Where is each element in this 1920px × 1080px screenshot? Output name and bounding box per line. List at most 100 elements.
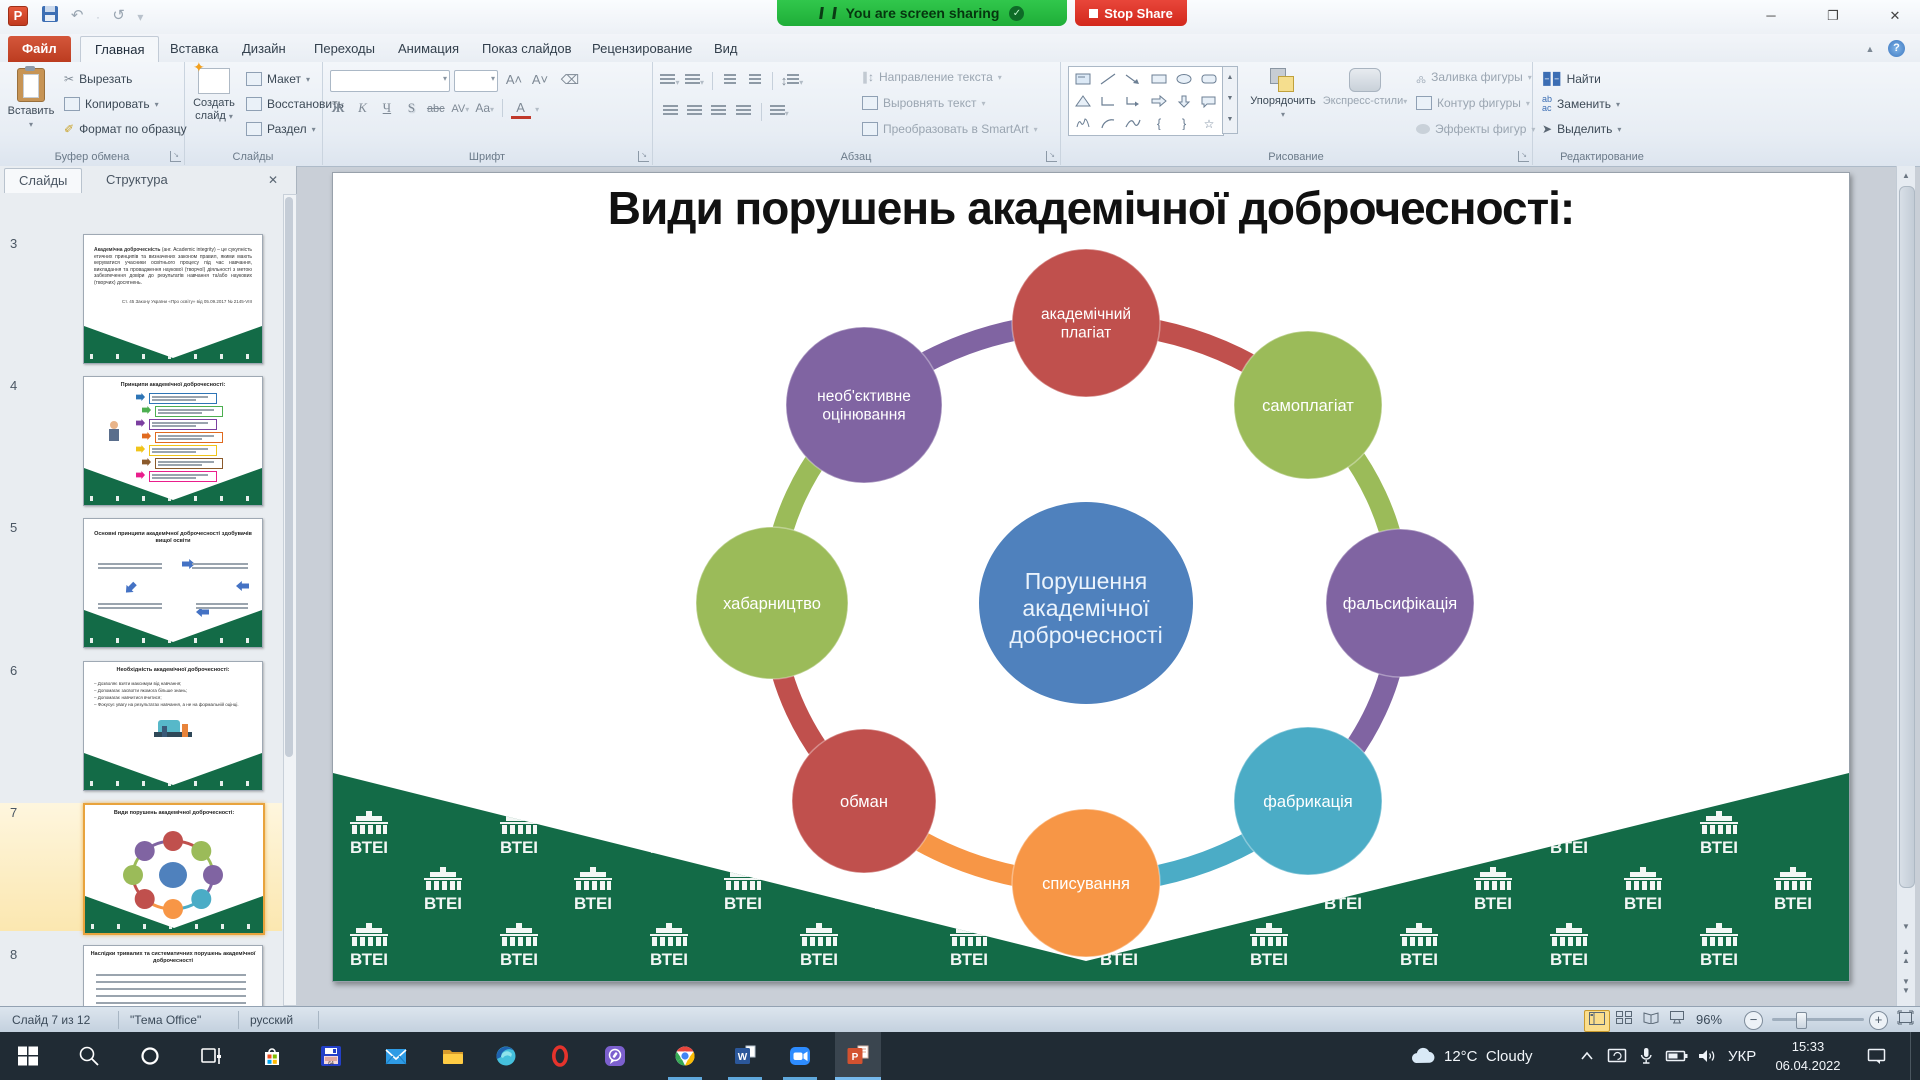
diagram-node-3[interactable]: фальсифікація bbox=[1326, 529, 1474, 677]
tab-home[interactable]: Главная bbox=[80, 36, 159, 63]
scroll-down-icon[interactable]: ▼ bbox=[1897, 918, 1915, 936]
taskbar-explorer-icon[interactable] bbox=[430, 1032, 476, 1080]
shape-textbox-icon[interactable] bbox=[1070, 68, 1095, 90]
change-case-button[interactable]: Aa▾ bbox=[475, 98, 495, 118]
select-button[interactable]: ➤Выделить▾ bbox=[1542, 118, 1621, 140]
minimize-button[interactable]: ─ bbox=[1750, 4, 1792, 28]
slide-thumbnail-5[interactable]: 5Основні принципи академічної доброчесно… bbox=[0, 518, 282, 646]
help-icon[interactable]: ? bbox=[1888, 40, 1905, 57]
screen-cast-icon[interactable] bbox=[1606, 1032, 1628, 1080]
slide-sorter-view-button[interactable] bbox=[1612, 1010, 1636, 1030]
diagram-node-5[interactable]: списування bbox=[1012, 809, 1160, 957]
shape-brace-right-icon[interactable]: } bbox=[1171, 112, 1196, 134]
previous-slide-button[interactable]: ▲▲ bbox=[1897, 944, 1915, 965]
slide-thumbnail-6[interactable]: 6Необхідність академічної доброчесності:… bbox=[0, 661, 282, 789]
shape-scribble-icon[interactable] bbox=[1070, 112, 1095, 134]
scrollbar-thumb[interactable] bbox=[1899, 186, 1915, 888]
taskbar-opera-icon[interactable] bbox=[537, 1032, 583, 1080]
next-slide-button[interactable]: ▼▼ bbox=[1897, 974, 1915, 995]
convert-smartart-button[interactable]: Преобразовать в SmartArt▾ bbox=[862, 118, 1038, 140]
underline-button[interactable]: Ч bbox=[377, 98, 397, 118]
shrink-font-button[interactable]: A˅ bbox=[530, 69, 550, 91]
slide-thumbnail-4[interactable]: 4Принципи академічної доброчесності: bbox=[0, 376, 282, 504]
normal-view-button[interactable] bbox=[1584, 1010, 1610, 1032]
ribbon-collapse-icon[interactable]: ▲ bbox=[1862, 42, 1878, 56]
diagram-node-1[interactable]: академічнийплагіат bbox=[1012, 249, 1160, 397]
find-button[interactable]: 🁢🁢Найти bbox=[1542, 68, 1601, 90]
shape-fill-button[interactable]: 🝆Заливка фигуры▾ bbox=[1416, 66, 1532, 88]
shape-brace-left-icon[interactable]: { bbox=[1146, 112, 1171, 134]
battery-icon[interactable] bbox=[1664, 1032, 1690, 1080]
taskbar-dos64-icon[interactable]: 64 bbox=[308, 1032, 354, 1080]
align-text-button[interactable]: Выровнять текст▾ bbox=[862, 92, 986, 114]
align-right-button[interactable] bbox=[709, 102, 729, 122]
shape-oval-icon[interactable] bbox=[1171, 68, 1196, 90]
fit-to-window-button[interactable] bbox=[1893, 1010, 1917, 1030]
clock[interactable]: 15:3306.04.2022 bbox=[1762, 1037, 1854, 1075]
strikethrough-button[interactable]: abc bbox=[426, 99, 446, 119]
new-slide-button[interactable]: Создать слайд ▾ bbox=[186, 66, 242, 123]
shadow-button[interactable]: S bbox=[401, 98, 421, 118]
italic-button[interactable]: К bbox=[352, 98, 372, 118]
shape-elbow-icon[interactable] bbox=[1095, 90, 1120, 112]
reading-view-button[interactable] bbox=[1639, 1010, 1663, 1030]
qat-caret-icon[interactable]: ▾ bbox=[137, 6, 143, 28]
shapes-gallery-scroll[interactable]: ▲▼▼ bbox=[1222, 66, 1238, 134]
restore-button[interactable]: ❐ bbox=[1812, 4, 1854, 28]
shape-curve-icon[interactable] bbox=[1121, 112, 1146, 134]
slide-canvas[interactable]: Види порушень академічної доброчесності:… bbox=[332, 172, 1850, 982]
slide-scrollbar[interactable]: ▲ ▼ ▲▲ ▼▼ bbox=[1896, 166, 1915, 1006]
decrease-indent-button[interactable] bbox=[720, 71, 740, 91]
bullets-button[interactable]: ▾ bbox=[660, 71, 680, 91]
powerpoint-app-icon[interactable]: P bbox=[8, 6, 28, 26]
tab-file[interactable]: Файл bbox=[8, 36, 71, 62]
zoom-level[interactable]: 96% bbox=[1696, 1007, 1722, 1033]
shape-triangle-icon[interactable] bbox=[1070, 90, 1095, 112]
shape-rounded-rect-icon[interactable] bbox=[1197, 68, 1222, 90]
save-icon[interactable] bbox=[42, 6, 58, 22]
shape-star-icon[interactable]: ☆ bbox=[1197, 112, 1222, 134]
zoom-out-button[interactable]: − bbox=[1744, 1011, 1763, 1030]
language-indicator[interactable]: русский bbox=[250, 1007, 293, 1033]
taskbar-chrome-icon[interactable] bbox=[662, 1032, 708, 1080]
diagram-node-4[interactable]: фабрикація bbox=[1234, 727, 1382, 875]
justify-button[interactable] bbox=[733, 102, 753, 122]
weather-widget[interactable]: 12°C Cloudy bbox=[1408, 1032, 1533, 1080]
taskbar-mail-icon[interactable] bbox=[373, 1032, 419, 1080]
format-painter-button[interactable]: ✐Формат по образцу bbox=[64, 118, 187, 140]
taskbar-edge-icon[interactable] bbox=[483, 1032, 529, 1080]
close-button[interactable]: ✕ bbox=[1874, 4, 1916, 28]
tray-chevron-icon[interactable] bbox=[1578, 1032, 1596, 1080]
taskbar-word-icon[interactable]: W bbox=[722, 1032, 768, 1080]
clear-formatting-button[interactable]: ⌫ bbox=[560, 69, 580, 91]
text-direction-button[interactable]: ∥↕Направление текста▾ bbox=[862, 66, 1002, 88]
slide-thumbnail-8[interactable]: 8Наслідки тривалих та систематичних пору… bbox=[0, 945, 282, 1006]
increase-indent-button[interactable] bbox=[745, 71, 765, 91]
tab-view[interactable]: Вид bbox=[700, 36, 752, 62]
taskbar-store-icon[interactable] bbox=[249, 1032, 295, 1080]
shape-down-arrow-icon[interactable] bbox=[1171, 90, 1196, 112]
tab-review[interactable]: Рецензирование bbox=[578, 36, 706, 62]
align-center-button[interactable] bbox=[684, 102, 704, 122]
shape-right-arrow-icon[interactable] bbox=[1146, 90, 1171, 112]
paste-button[interactable]: Вставить▾ bbox=[2, 66, 60, 131]
font-color-button[interactable]: A bbox=[511, 100, 531, 119]
shape-arrow-icon[interactable] bbox=[1121, 68, 1146, 90]
bold-button[interactable]: Ж bbox=[328, 98, 348, 118]
shape-effects-button[interactable]: Эффекты фигур▾ bbox=[1416, 118, 1535, 140]
panel-close-icon[interactable]: ✕ bbox=[264, 171, 282, 189]
tab-slideshow[interactable]: Показ слайдов bbox=[468, 36, 586, 62]
tab-transitions[interactable]: Переходы bbox=[300, 36, 389, 62]
microphone-icon[interactable] bbox=[1637, 1032, 1655, 1080]
pause-icon[interactable] bbox=[819, 7, 837, 19]
scroll-up-icon[interactable]: ▲ bbox=[1897, 167, 1915, 185]
taskbar-search-icon[interactable] bbox=[66, 1032, 112, 1080]
arrange-button[interactable]: Упорядочить▾ bbox=[1246, 66, 1320, 121]
taskbar-task-view-icon[interactable] bbox=[188, 1032, 234, 1080]
diagram-node-2[interactable]: самоплагіат bbox=[1234, 331, 1382, 479]
theme-indicator[interactable]: "Тема Office" bbox=[130, 1007, 201, 1033]
zoom-in-button[interactable]: + bbox=[1869, 1011, 1888, 1030]
drawing-dialog-launcher[interactable]: ↘ bbox=[1518, 151, 1529, 162]
font-dialog-launcher[interactable]: ↘ bbox=[638, 151, 649, 162]
taskbar-zoom-icon[interactable] bbox=[777, 1032, 823, 1080]
